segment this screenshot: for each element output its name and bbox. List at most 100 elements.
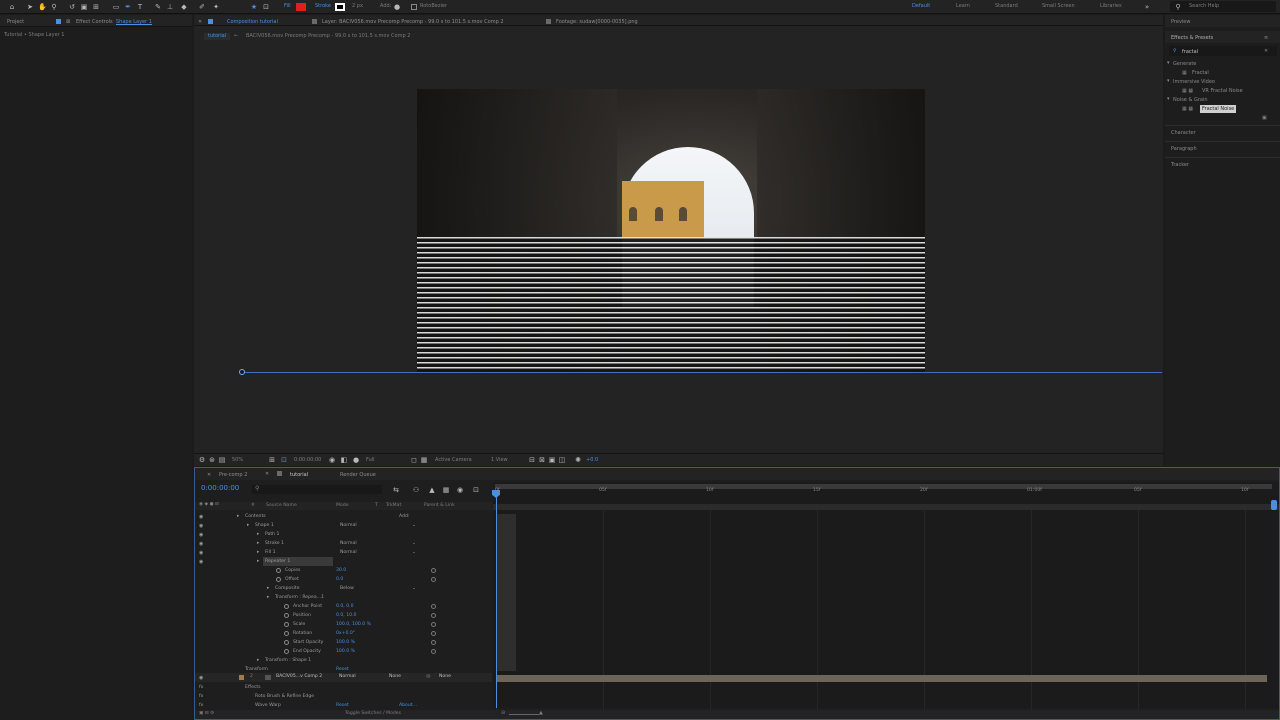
- puppet-tool-icon[interactable]: ✦: [212, 3, 220, 11]
- preview-panel-title[interactable]: Preview: [1171, 19, 1190, 25]
- tab-render-queue[interactable]: Render Queue: [340, 472, 376, 478]
- path-vertex-handle[interactable]: [239, 369, 245, 375]
- pick-whip-icon[interactable]: [431, 631, 436, 636]
- pick-whip-icon[interactable]: [431, 604, 436, 609]
- transparency-grid-icon[interactable]: ▦: [420, 456, 428, 464]
- timeline-icon[interactable]: ▣: [548, 456, 556, 464]
- rotobezier-checkbox[interactable]: [411, 4, 417, 10]
- playhead-line[interactable]: [496, 490, 497, 708]
- effect-fractal[interactable]: Fractal: [1192, 70, 1209, 76]
- paragraph-panel[interactable]: Paragraph: [1171, 146, 1197, 152]
- selection-tool-icon[interactable]: ➤: [26, 3, 34, 11]
- effect-fractal-noise[interactable]: Fractal Noise: [1200, 105, 1237, 113]
- property-mode-select[interactable]: Normal: [340, 523, 357, 528]
- toggle-switches-modes[interactable]: Toggle Switches / Modes: [345, 711, 401, 717]
- stopwatch-icon[interactable]: [284, 640, 289, 645]
- fast-previews-icon[interactable]: ⊠: [538, 456, 546, 464]
- zoom-slider[interactable]: [509, 714, 539, 715]
- add-icon[interactable]: ●: [393, 3, 401, 11]
- twirl-chevron-icon[interactable]: ▸: [257, 559, 259, 564]
- chevron-down-icon[interactable]: ⌄: [412, 586, 416, 591]
- property-row[interactable]: ▸ Transform : Shape 1: [195, 656, 492, 665]
- fx-icon[interactable]: fx: [199, 703, 203, 708]
- property-value[interactable]: 0.0, 0.0: [336, 604, 354, 609]
- chevron-down-icon[interactable]: ⌄: [412, 550, 416, 555]
- breadcrumb-comp[interactable]: BACIV056.mov Precomp Precomp - 99.0 s to…: [246, 34, 410, 39]
- property-row[interactable]: ◉ ▸ Shape 1 Normal ⌄: [195, 521, 492, 530]
- mask-icon[interactable]: ⊛: [208, 456, 216, 464]
- pick-whip-icon[interactable]: [431, 649, 436, 654]
- zoom-tool-icon[interactable]: ⚲: [50, 3, 58, 11]
- current-time[interactable]: 0:00:00:00: [201, 485, 239, 492]
- property-row[interactable]: Scale 100.0, 100.0 %: [195, 620, 492, 629]
- tab-footage[interactable]: Footage: sudaw[0000-0035].png: [556, 19, 638, 25]
- col-source-name[interactable]: Source Name: [266, 503, 297, 509]
- tab-tutorial[interactable]: tutorial: [290, 472, 308, 478]
- property-value[interactable]: 100.0 %: [336, 649, 355, 654]
- visibility-eye-icon[interactable]: ◉: [199, 559, 203, 565]
- workspace-libraries[interactable]: Libraries: [1100, 4, 1122, 9]
- pick-whip-icon[interactable]: [431, 622, 436, 627]
- zoom-menu-icon[interactable]: ▤: [218, 456, 226, 464]
- property-value[interactable]: 30.0: [336, 568, 346, 573]
- twirl-chevron-icon[interactable]: ▸: [257, 658, 259, 663]
- home-icon[interactable]: ⌂: [8, 3, 16, 11]
- clone-stamp-tool-icon[interactable]: ⊥: [166, 3, 174, 11]
- chevron-down-icon[interactable]: ⌄: [412, 523, 416, 528]
- stroke-label[interactable]: Stroke: [315, 4, 331, 9]
- footer-icons[interactable]: ▣ ⊟ ⚙: [199, 711, 214, 717]
- property-row[interactable]: ◉ ▸ Contents Add:: [195, 512, 492, 521]
- tab-close-icon[interactable]: ✕: [198, 19, 202, 25]
- brush-tool-icon[interactable]: ✎: [154, 3, 162, 11]
- visibility-eye-icon[interactable]: ◉: [199, 514, 203, 520]
- new-folder-icon[interactable]: ▣: [1262, 115, 1267, 121]
- layer-2-name[interactable]: BACIV05...v Comp 2: [276, 674, 322, 680]
- panel-menu-icon[interactable]: ≡: [1264, 35, 1268, 41]
- stroke-width-value[interactable]: 2 px: [352, 4, 363, 9]
- graph-editor-icon[interactable]: ⊡: [472, 486, 480, 494]
- zoom-out-icon[interactable]: ⊖: [501, 711, 505, 716]
- col-mode[interactable]: Mode: [336, 503, 349, 509]
- property-row[interactable]: ▸ Transform : Repea...1: [195, 593, 492, 602]
- layer-2-duration-bar[interactable]: [496, 675, 1267, 682]
- work-area-bar[interactable]: [495, 484, 1272, 489]
- always-preview-icon[interactable]: ⚙: [198, 456, 206, 464]
- workspace-small-screen[interactable]: Small Screen: [1042, 4, 1075, 9]
- roi-icon[interactable]: ◻: [410, 456, 418, 464]
- roto-brush-tool-icon[interactable]: ✐: [198, 3, 206, 11]
- property-row[interactable]: ◉ ▸ Stroke 1 Normal ⌄: [195, 539, 492, 548]
- tab-effect-controls-layer[interactable]: Shape Layer 1: [116, 19, 152, 25]
- pen-tool-icon[interactable]: ✒: [124, 3, 132, 11]
- comp-mini-flowchart-icon[interactable]: ⇆: [392, 486, 400, 494]
- twirl-chevron-icon[interactable]: ▸: [267, 595, 269, 600]
- rotate-tool-icon[interactable]: ↺: [68, 3, 76, 11]
- visibility-eye-icon[interactable]: ◉: [199, 532, 203, 538]
- frame-blending-icon[interactable]: ▦: [442, 486, 450, 494]
- effects-search-value[interactable]: fractal: [1182, 49, 1198, 55]
- stroke-color-swatch[interactable]: [335, 3, 345, 11]
- twirl-chevron-icon[interactable]: ▸: [257, 550, 259, 555]
- add-menu[interactable]: Add:: [399, 514, 409, 519]
- property-row[interactable]: ◉ ▸ Repeater 1: [195, 557, 492, 566]
- col-parent[interactable]: Parent & Link: [424, 503, 455, 509]
- pick-whip-icon[interactable]: [431, 613, 436, 618]
- visibility-eye-icon[interactable]: ◉: [199, 550, 203, 556]
- grid-icon[interactable]: ⊡: [280, 456, 288, 464]
- visibility-eye-icon[interactable]: ◉: [199, 541, 203, 547]
- fx-icon[interactable]: fx: [199, 685, 203, 690]
- property-value[interactable]: 0.0, 10.0: [336, 613, 356, 618]
- pick-whip-icon[interactable]: [431, 568, 436, 573]
- tab-layer[interactable]: Layer: BACIV056.mov Precomp Precomp - 99…: [322, 19, 504, 25]
- tab-tutorial-close-icon[interactable]: ✕: [265, 471, 269, 477]
- chevron-right-icon[interactable]: »: [1143, 3, 1151, 11]
- tab-effect-controls[interactable]: Effect Controls: [76, 19, 113, 25]
- views-select[interactable]: 1 View: [491, 458, 508, 463]
- pan-behind-tool-icon[interactable]: ⊞: [92, 3, 100, 11]
- snapping-icon[interactable]: ⊡: [262, 3, 270, 11]
- twirl-chevron-icon[interactable]: ▸: [247, 523, 249, 528]
- property-row[interactable]: ◉ ▸ Path 1: [195, 530, 492, 539]
- property-row[interactable]: Copies 30.0: [195, 566, 492, 575]
- tab-precomp2[interactable]: Pre-comp 2: [219, 472, 247, 478]
- twirl-chevron-icon[interactable]: ▸: [237, 514, 239, 519]
- pick-whip-icon[interactable]: [431, 640, 436, 645]
